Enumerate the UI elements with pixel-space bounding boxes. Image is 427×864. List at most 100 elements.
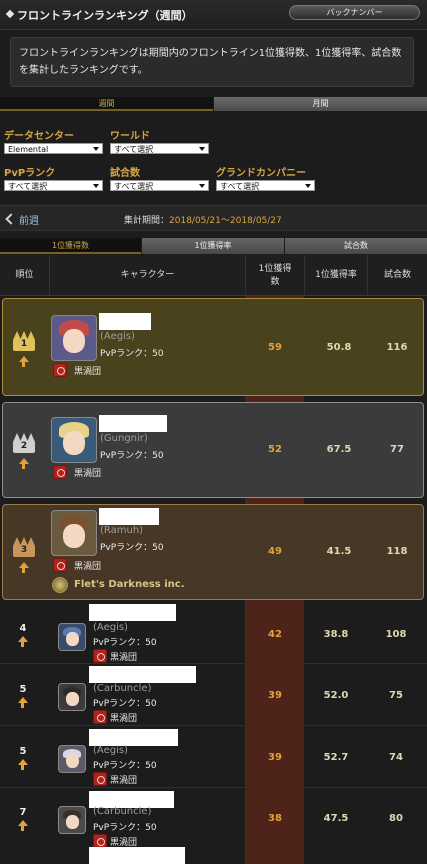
col-character: キャラクター xyxy=(49,255,245,296)
first-count: 59 xyxy=(268,342,282,353)
world-name: (Carbuncle) xyxy=(93,683,152,694)
avatar xyxy=(58,623,86,651)
chevron-down-icon xyxy=(199,184,205,188)
pvprank-select[interactable]: すべて選択 xyxy=(4,180,103,191)
pvp-rank: PvPランク：50 xyxy=(93,638,157,648)
pvp-rank: PvPランク：50 xyxy=(93,761,157,771)
rank-number: 5 xyxy=(19,684,27,695)
tab-weekly[interactable]: 週間 xyxy=(0,97,213,111)
first-rate: 38.8 xyxy=(323,629,349,640)
first-count: 39 xyxy=(268,752,282,763)
period-nav: 前週 集計期間：2018/05/21〜2018/05/27 xyxy=(0,205,427,231)
first-rate: 67.5 xyxy=(326,444,352,455)
match-count: 75 xyxy=(389,690,403,701)
rank-number: 7 xyxy=(19,807,27,818)
gc-select[interactable]: すべて選択 xyxy=(216,180,315,191)
pvp-rank: PvPランク：50 xyxy=(100,543,164,553)
rank-number: 5 xyxy=(19,746,27,757)
first-rate: 41.5 xyxy=(326,546,352,557)
first-rate: 52.7 xyxy=(323,752,349,763)
prev-week-link[interactable]: 前週 xyxy=(5,212,39,227)
pvp-rank: PvPランク：50 xyxy=(100,349,164,359)
pvprank-label: PvPランク xyxy=(4,168,56,179)
pvp-rank: PvPランク：50 xyxy=(100,451,164,461)
maelstrom-icon xyxy=(93,710,107,724)
gc-name: 黒渦団 xyxy=(110,653,138,663)
bronze-crown-icon: 3 xyxy=(13,537,35,557)
match-count: 74 xyxy=(389,752,403,763)
col-first[interactable]: 1位獲得数 xyxy=(245,255,304,296)
first-rate: 47.5 xyxy=(323,813,349,824)
chevron-down-icon xyxy=(305,184,311,188)
table-row[interactable]: 1 (Aegis) PvPランク：50 黒渦団 59 50.8 116 xyxy=(2,298,424,396)
first-rate: 50.8 xyxy=(326,342,352,353)
avatar xyxy=(58,683,86,711)
period-text: 集計期間：2018/05/21〜2018/05/27 xyxy=(124,213,282,226)
page-header: フロントラインランキング（週間） バックナンバー xyxy=(0,0,427,30)
match-count: 118 xyxy=(386,546,408,557)
matches-value: すべて選択 xyxy=(114,182,154,191)
first-count: 49 xyxy=(268,546,282,557)
name-redacted xyxy=(99,415,167,432)
pvp-rank: PvPランク：50 xyxy=(93,823,157,833)
gc-value: すべて選択 xyxy=(220,182,260,191)
datacenter-label: データセンター xyxy=(4,131,74,142)
chevron-left-icon xyxy=(5,213,17,225)
rank-number: 3 xyxy=(20,545,28,555)
matches-label: 試合数 xyxy=(110,168,140,179)
table-row[interactable]: 5 (Carbuncle) PvPランク：50 黒渦団 39 52.0 75 xyxy=(0,665,427,726)
avatar xyxy=(51,510,97,556)
name-redacted xyxy=(89,604,176,621)
world-name: (Aegis) xyxy=(100,331,135,342)
maelstrom-icon xyxy=(93,834,107,848)
world-select[interactable]: すべて選択 xyxy=(110,143,209,154)
gc-name: 黒渦団 xyxy=(74,367,102,377)
name-redacted xyxy=(89,666,196,683)
maelstrom-icon xyxy=(53,363,67,377)
back-number-button[interactable]: バックナンバー xyxy=(289,5,420,20)
prev-week-label: 前週 xyxy=(19,216,39,227)
world-name: (Carbuncle) xyxy=(93,806,152,817)
first-count: 39 xyxy=(268,690,282,701)
page-title: フロントラインランキング（週間） xyxy=(17,9,193,22)
table-row[interactable]: 5 (Aegis) PvPランク：50 黒渦団 39 52.7 74 xyxy=(0,727,427,788)
chevron-down-icon xyxy=(199,147,205,151)
chevron-down-icon xyxy=(93,184,99,188)
maelstrom-icon xyxy=(53,558,67,572)
table-row[interactable]: 3 (Ramuh) PvPランク：50 黒渦団 Flet's Darkness … xyxy=(2,504,424,600)
description-box: フロントラインランキングは期間内のフロントライン1位獲得数、1位獲得率、試合数を… xyxy=(10,37,414,87)
gc-name: 黒渦団 xyxy=(74,562,102,572)
col-rank: 順位 xyxy=(15,270,34,280)
tab-sort-first[interactable]: 1位獲得数 xyxy=(0,238,141,254)
avatar xyxy=(51,315,97,361)
world-name: (Aegis) xyxy=(93,622,128,633)
rank-number: 4 xyxy=(19,623,27,634)
tab-sort-rate[interactable]: 1位獲得率 xyxy=(142,238,284,254)
name-redacted xyxy=(89,729,178,746)
diamond-icon xyxy=(5,9,15,19)
world-label: ワールド xyxy=(110,131,150,142)
match-count: 77 xyxy=(390,444,404,455)
name-redacted xyxy=(99,508,159,525)
fc-name[interactable]: Flet's Darkness inc. xyxy=(74,579,185,590)
table-row[interactable]: 4 (Aegis) PvPランク：50 黒渦団 42 38.8 108 xyxy=(0,603,427,664)
datacenter-select[interactable]: Elemental xyxy=(4,143,103,154)
pvp-rank: PvPランク：50 xyxy=(93,699,157,709)
tab-monthly[interactable]: 月間 xyxy=(214,97,427,111)
match-count: 80 xyxy=(389,813,403,824)
tab-sort-matches[interactable]: 試合数 xyxy=(285,238,427,254)
table-row[interactable]: 2 (Gungnir) PvPランク：50 黒渦団 52 67.5 77 xyxy=(2,402,424,498)
chevron-down-icon xyxy=(93,147,99,151)
match-count: 116 xyxy=(386,342,408,353)
first-count: 52 xyxy=(268,444,282,455)
avatar xyxy=(51,417,97,463)
col-rate[interactable]: 1位獲得率 xyxy=(304,255,367,296)
table-row[interactable]: 7 (Carbuncle) PvPランク：50 黒渦団 38 47.5 80 xyxy=(0,789,427,864)
col-matches[interactable]: 試合数 xyxy=(367,255,427,296)
matches-select[interactable]: すべて選択 xyxy=(110,180,209,191)
silver-crown-icon: 2 xyxy=(13,433,35,453)
gc-name: 黒渦団 xyxy=(74,469,102,479)
avatar xyxy=(58,806,86,834)
world-name: (Ramuh) xyxy=(100,525,144,536)
datacenter-value: Elemental xyxy=(8,145,49,154)
